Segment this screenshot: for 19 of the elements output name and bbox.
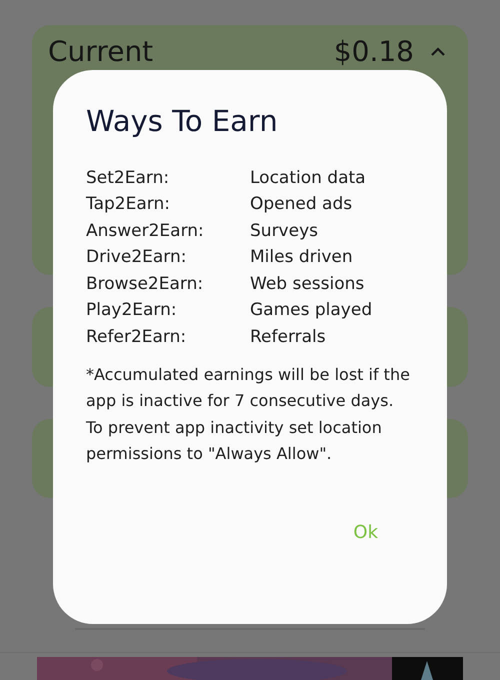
earn-source: Games played	[250, 299, 374, 322]
earn-method: Answer2Earn:	[86, 220, 205, 242]
card-label: Current	[48, 37, 154, 68]
earn-method: Browse2Earn:	[86, 272, 204, 295]
earn-method: Set2Earn:	[86, 166, 170, 189]
earn-method: Refer2Earn:	[86, 326, 188, 348]
earn-source: Location data	[250, 166, 367, 189]
earn-method: Play2Earn:	[86, 299, 178, 322]
earn-method: Drive2Earn:	[86, 246, 188, 268]
earn-source: Opened ads	[250, 193, 354, 216]
earn-source: Miles driven	[250, 246, 354, 268]
earn-source: Referrals	[250, 326, 327, 348]
inactivity-note: *Accumulated earnings will be lost if the app is inactive for 7 consecutive days. To prevent app inactivity set location permissions to "Always Allow".	[86, 364, 411, 466]
earn-method: Tap2Earn:	[86, 193, 171, 216]
amount: $0.18	[334, 37, 414, 68]
earn-source: Surveys	[250, 220, 319, 242]
ok-button[interactable]: Ok	[347, 518, 384, 547]
earn-source: Web sessions	[250, 272, 366, 295]
dialog-title: Ways To Earn	[86, 104, 279, 139]
